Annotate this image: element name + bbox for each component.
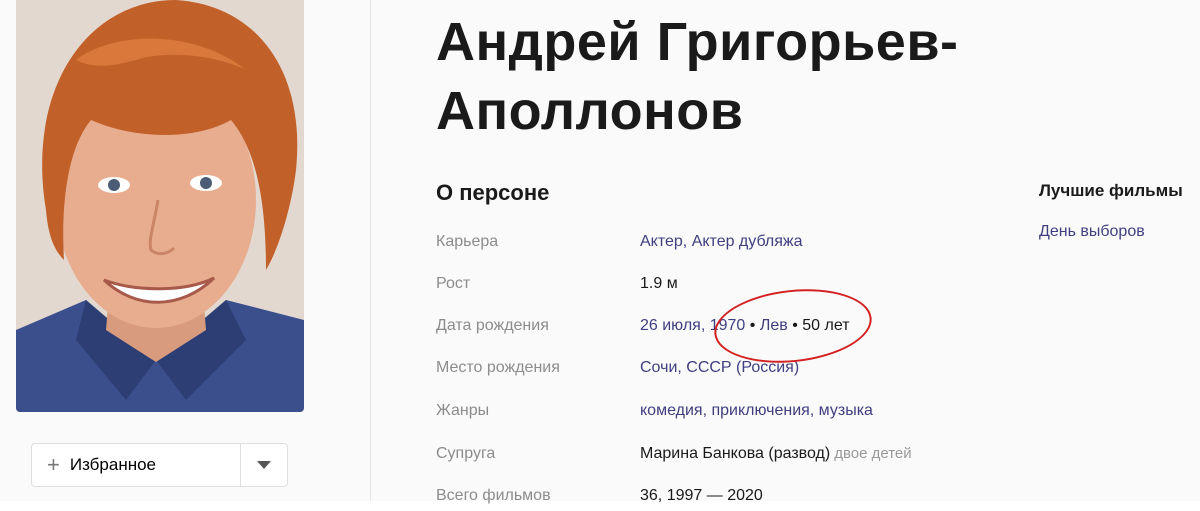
favorite-label: Избранное (69, 455, 157, 474)
birthplace-label: Место рождения (436, 359, 560, 376)
total-films-label: Всего фильмов (436, 487, 551, 504)
favorite-button-group: + Избранное (31, 443, 288, 487)
page-title: Андрей Григорьев- Аполлонов (436, 8, 996, 146)
best-film-link[interactable]: День выборов (1039, 223, 1145, 241)
zodiac-sign-link[interactable]: Лев (760, 317, 788, 334)
separator-dot: • (749, 317, 756, 334)
birth-year-link[interactable]: 1970 (710, 317, 746, 334)
about-section-title: О персоне (436, 180, 550, 205)
films-years: 1997 — 2020 (666, 487, 763, 504)
person-photo (16, 0, 304, 412)
spouse-note: двое детей (834, 445, 912, 462)
birth-date-link[interactable]: 26 июля, (640, 317, 705, 334)
separator-dot: • (792, 317, 798, 334)
birthdate-value: 26 июля, 1970 • Лев • 50 лет (640, 317, 850, 335)
career-label: Карьера (436, 233, 499, 250)
title-line-1: Андрей Григорьев- (436, 12, 959, 72)
genres-value-link[interactable]: комедия, приключения, музыка (640, 402, 873, 420)
plus-icon: + (47, 452, 60, 477)
films-count: 36, (640, 487, 663, 504)
height-label: Рост (436, 275, 471, 292)
spouse-label: Супруга (436, 445, 496, 462)
height-value: 1.9 м (640, 275, 678, 292)
favorite-dropdown-button[interactable] (241, 444, 287, 486)
add-to-favorites-button[interactable]: + Избранное (32, 444, 240, 486)
birthplace-value-link[interactable]: Сочи, СССР (Россия) (640, 359, 799, 377)
spouse-value: Марина Банкова (развод) двое детей (640, 445, 912, 463)
age-value: 50 лет (802, 317, 850, 334)
genres-label: Жанры (436, 402, 490, 419)
birthdate-label: Дата рождения (436, 317, 549, 334)
spouse-name: Марина Банкова (развод) (640, 445, 831, 462)
best-films-title: Лучшие фильмы (1039, 181, 1183, 200)
title-line-2: Аполлонов (436, 81, 744, 141)
career-value-link[interactable]: Актер, Актер дубляжа (640, 233, 803, 251)
chevron-down-icon (257, 461, 271, 469)
total-films-value: 36, 1997 — 2020 (640, 487, 763, 505)
